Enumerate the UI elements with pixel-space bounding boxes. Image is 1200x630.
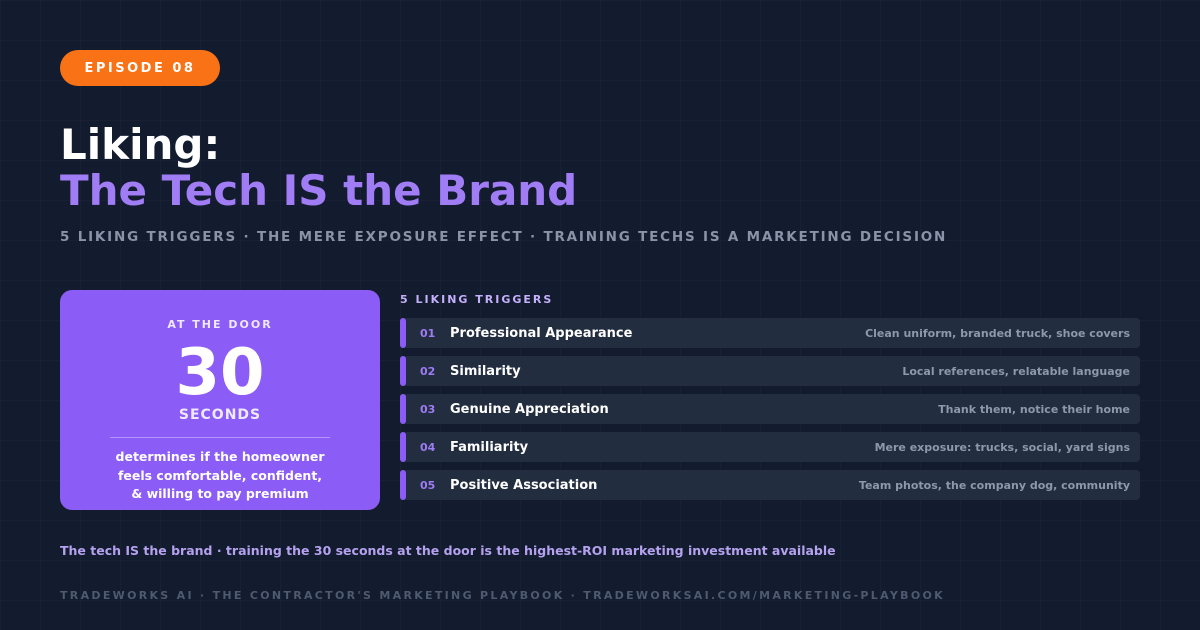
- trigger-row: 04 Familiarity Mere exposure: trucks, so…: [400, 432, 1140, 462]
- trigger-accent-bar: [400, 356, 406, 386]
- trigger-detail: Clean uniform, branded truck, shoe cover…: [865, 326, 1130, 340]
- trigger-row: 05 Positive Association Team photos, the…: [400, 470, 1140, 500]
- footer: TRADEWORKS AI · THE CONTRACTOR'S MARKETI…: [60, 589, 945, 602]
- door-stat-unit: SECONDS: [178, 407, 262, 423]
- trigger-row: 01 Professional Appearance Clean uniform…: [400, 318, 1140, 348]
- trigger-list: 01 Professional Appearance Clean uniform…: [400, 318, 1140, 508]
- trigger-detail: Mere exposure: trucks, social, yard sign…: [874, 440, 1130, 454]
- subtitle: 5 LIKING TRIGGERS · THE MERE EXPOSURE EF…: [60, 229, 948, 245]
- trigger-name: Similarity: [450, 363, 521, 379]
- trigger-accent-bar: [400, 394, 406, 424]
- door-stat-label: AT THE DOOR: [167, 318, 273, 331]
- trigger-row: 03 Genuine Appreciation Thank them, noti…: [400, 394, 1140, 424]
- trigger-accent-bar: [400, 432, 406, 462]
- trigger-name: Genuine Appreciation: [450, 401, 609, 417]
- page-title-line1: Liking:: [60, 120, 221, 169]
- trigger-name: Professional Appearance: [450, 325, 633, 341]
- trigger-detail: Team photos, the company dog, community: [858, 478, 1130, 492]
- door-stat-number: 30: [175, 336, 265, 410]
- page-title-line2: The Tech IS the Brand: [60, 166, 578, 215]
- trigger-name: Positive Association: [450, 477, 598, 493]
- door-stat-description-line: & willing to pay premium: [131, 486, 309, 501]
- trigger-accent-bar: [400, 470, 406, 500]
- tagline: The tech IS the brand · training the 30 …: [60, 543, 836, 558]
- trigger-detail: Local references, relatable language: [902, 364, 1130, 378]
- door-stat-card: AT THE DOOR 30 SECONDS determines if the…: [60, 290, 380, 510]
- episode-badge: EPISODE 08: [60, 50, 220, 86]
- door-stat-description-line: feels comfortable, confident,: [117, 467, 323, 483]
- trigger-number: 05: [420, 478, 436, 492]
- door-stat-divider: [110, 437, 330, 438]
- door-stat-description: determines if the homeowner feels comfor…: [80, 448, 360, 504]
- trigger-number: 03: [420, 402, 436, 416]
- trigger-number: 04: [420, 440, 436, 454]
- trigger-detail: Thank them, notice their home: [938, 402, 1130, 416]
- door-stat-description-line: determines if the homeowner: [115, 449, 325, 464]
- trigger-number: 02: [420, 364, 436, 378]
- trigger-number: 01: [420, 326, 436, 340]
- trigger-row: 02 Similarity Local references, relatabl…: [400, 356, 1140, 386]
- triggers-heading: 5 LIKING TRIGGERS: [400, 293, 554, 306]
- trigger-name: Familiarity: [450, 439, 529, 455]
- trigger-accent-bar: [400, 318, 406, 348]
